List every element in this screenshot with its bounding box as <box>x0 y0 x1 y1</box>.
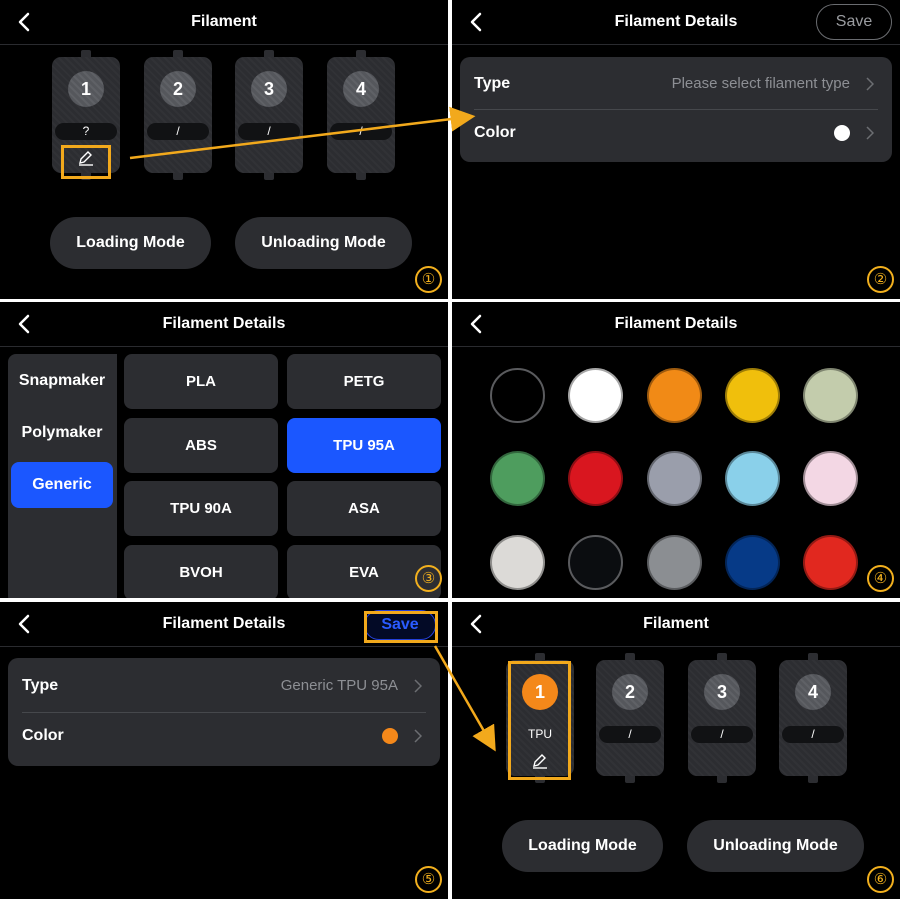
color-swatch[interactable] <box>490 451 545 506</box>
filament-slot-4[interactable]: 4 / <box>327 50 395 180</box>
step-badge: ① <box>415 266 442 293</box>
step-badge: ④ <box>867 565 894 592</box>
color-swatch[interactable] <box>725 368 780 423</box>
step-badge: ⑥ <box>867 866 894 893</box>
color-row[interactable]: Color <box>474 109 878 157</box>
type-row[interactable]: Type Please select filament type <box>474 60 878 108</box>
header: Filament Details <box>452 302 900 347</box>
slot-number: 3 <box>704 674 740 710</box>
unloading-mode-button[interactable]: Unloading Mode <box>687 820 864 872</box>
header: Filament <box>0 0 448 45</box>
chevron-right-icon <box>866 126 874 140</box>
color-label: Color <box>474 124 516 141</box>
color-swatch[interactable] <box>568 451 623 506</box>
slot-number: 3 <box>251 71 287 107</box>
color-row[interactable]: Color <box>22 712 426 760</box>
highlight-box <box>508 661 571 780</box>
page-title: Filament Details <box>614 315 738 332</box>
material-tpu-90a[interactable]: TPU 90A <box>124 481 278 536</box>
chevron-right-icon <box>414 679 422 693</box>
color-swatch[interactable] <box>568 368 623 423</box>
panel-filament-type-picker: Filament Details Snapmaker Polymaker Gen… <box>0 302 448 598</box>
details-card: Type Generic TPU 95A Color <box>8 658 440 766</box>
panel-filament-overview-updated: Filament 1 TPU 2 / 3 / 4 / Loading Mode … <box>452 602 900 899</box>
page-title: Filament <box>643 615 709 632</box>
loading-mode-button[interactable]: Loading Mode <box>50 217 211 269</box>
color-swatch[interactable] <box>647 535 702 590</box>
chevron-right-icon <box>866 77 874 91</box>
slot-label: / <box>330 123 392 140</box>
slot-label: / <box>782 726 844 743</box>
color-dot <box>382 728 398 744</box>
save-button[interactable]: Save <box>816 4 892 40</box>
filament-slot-2[interactable]: 2 / <box>596 653 664 783</box>
slot-label: / <box>691 726 753 743</box>
color-swatch[interactable] <box>647 451 702 506</box>
color-dot <box>834 125 850 141</box>
slot-label: / <box>147 123 209 140</box>
slot-number: 4 <box>343 71 379 107</box>
panel-color-picker: Filament Details ④ <box>452 302 900 598</box>
slot-label: / <box>599 726 661 743</box>
details-card: Type Please select filament type Color <box>460 57 892 162</box>
step-badge: ② <box>867 266 894 293</box>
page-title: Filament Details <box>162 315 286 332</box>
material-pla[interactable]: PLA <box>124 354 278 409</box>
header: Filament Details <box>0 302 448 347</box>
material-tpu-95a[interactable]: TPU 95A <box>287 418 441 473</box>
type-value: Generic TPU 95A <box>280 677 398 694</box>
filament-slot-4[interactable]: 4 / <box>779 653 847 783</box>
color-label: Color <box>22 727 64 744</box>
brand-snapmaker[interactable]: Snapmaker <box>11 358 113 404</box>
chevron-right-icon <box>414 729 422 743</box>
unloading-mode-button[interactable]: Unloading Mode <box>235 217 412 269</box>
color-swatch[interactable] <box>490 535 545 590</box>
step-badge: ③ <box>415 565 442 592</box>
type-label: Type <box>22 677 59 694</box>
slot-number: 4 <box>795 674 831 710</box>
color-swatch[interactable] <box>647 368 702 423</box>
panel-filament-overview: Filament 1 ? 2 / 3 / 4 / Loading Mode Un… <box>0 0 448 299</box>
brand-generic[interactable]: Generic <box>11 462 113 508</box>
color-swatch[interactable] <box>803 368 858 423</box>
color-swatch[interactable] <box>490 368 545 423</box>
color-swatch[interactable] <box>725 451 780 506</box>
color-swatch[interactable] <box>568 535 623 590</box>
material-asa[interactable]: ASA <box>287 481 441 536</box>
material-bvoh[interactable]: BVOH <box>124 545 278 598</box>
material-abs[interactable]: ABS <box>124 418 278 473</box>
slot-number: 1 <box>68 71 104 107</box>
loading-mode-button[interactable]: Loading Mode <box>502 820 663 872</box>
slot-label: ? <box>55 123 117 140</box>
step-badge: ⑤ <box>415 866 442 893</box>
highlight-box <box>364 611 438 643</box>
slot-label: / <box>238 123 300 140</box>
color-swatch[interactable] <box>803 535 858 590</box>
color-swatch[interactable] <box>725 535 780 590</box>
filament-slot-3[interactable]: 3 / <box>688 653 756 783</box>
material-petg[interactable]: PETG <box>287 354 441 409</box>
panel-filament-details-empty: Filament Details Save Type Please select… <box>452 0 900 299</box>
type-value: Please select filament type <box>671 75 850 92</box>
slot-number: 2 <box>160 71 196 107</box>
slot-number: 2 <box>612 674 648 710</box>
color-swatch[interactable] <box>803 451 858 506</box>
brand-list: Snapmaker Polymaker Generic <box>8 354 117 598</box>
panel-filament-details-filled: Filament Details Save Type Generic TPU 9… <box>0 602 448 899</box>
highlight-box <box>61 145 111 179</box>
header: Filament <box>452 602 900 647</box>
filament-slot-3[interactable]: 3 / <box>235 50 303 180</box>
type-label: Type <box>474 75 511 92</box>
header: Filament Details Save <box>452 0 900 45</box>
filament-slot-2[interactable]: 2 / <box>144 50 212 180</box>
page-title: Filament <box>191 13 257 30</box>
brand-polymaker[interactable]: Polymaker <box>11 410 113 456</box>
type-row[interactable]: Type Generic TPU 95A <box>22 662 426 710</box>
